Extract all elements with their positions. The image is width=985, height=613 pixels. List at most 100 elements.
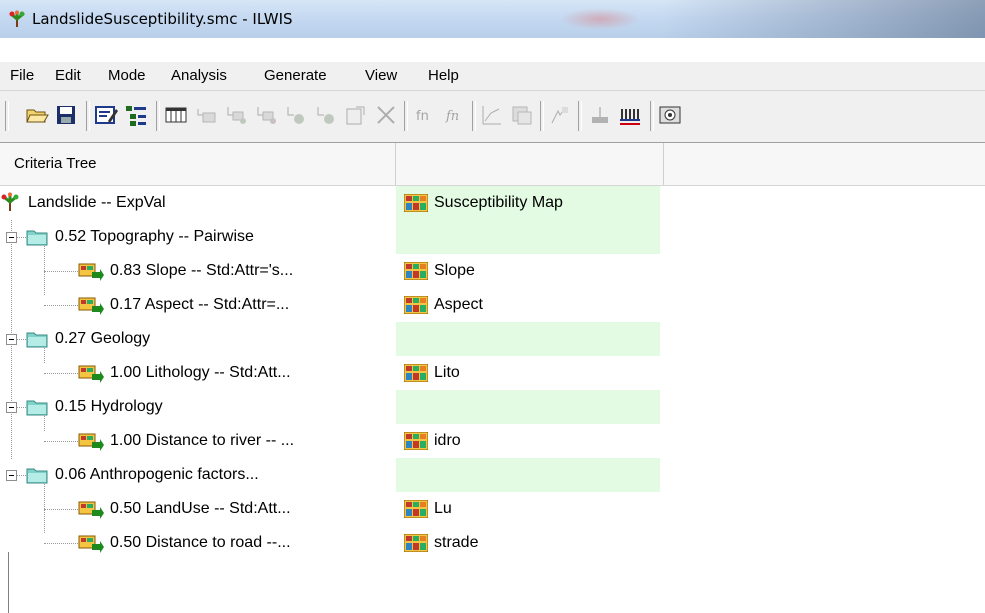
map-cell[interactable] bbox=[396, 458, 660, 492]
map-cell[interactable] bbox=[396, 390, 660, 424]
folder-icon bbox=[26, 468, 48, 484]
map-cell[interactable]: Susceptibility Map bbox=[396, 186, 660, 220]
tree-row-label: 1.00 Lithology -- Std:Att... bbox=[110, 364, 291, 381]
menu-mode[interactable]: Mode bbox=[108, 67, 146, 84]
raster-map-icon bbox=[404, 194, 428, 212]
map-cell[interactable]: Lito bbox=[396, 356, 660, 390]
tree-row-label: 1.00 Distance to river -- ... bbox=[110, 432, 295, 449]
tree-row-root[interactable]: Landslide -- ExpVal Susceptibility Map bbox=[0, 186, 985, 220]
factor-icon bbox=[78, 433, 104, 451]
raster-map-icon bbox=[404, 500, 428, 518]
folder-icon bbox=[26, 400, 48, 416]
tree-mode-icon[interactable] bbox=[124, 103, 148, 127]
tree-row-factor[interactable]: 0.50 Distance to road --... strade bbox=[0, 526, 985, 560]
table-icon[interactable] bbox=[164, 103, 188, 127]
factor-icon bbox=[78, 297, 104, 315]
tree-row-label: 0.27 Geology bbox=[55, 330, 151, 347]
map-cell-label: Susceptibility Map bbox=[434, 194, 563, 211]
map-cell-label: Aspect bbox=[434, 296, 483, 313]
factor-icon bbox=[78, 535, 104, 553]
fn-standardize-icon[interactable]: fn bbox=[444, 103, 468, 127]
map-cell-label: Lu bbox=[434, 500, 452, 517]
folder-icon bbox=[26, 332, 48, 348]
weights-icon[interactable] bbox=[548, 103, 572, 127]
insert-after-icon[interactable] bbox=[314, 103, 338, 127]
collapse-toggle[interactable] bbox=[6, 402, 17, 413]
add-constraint-icon[interactable] bbox=[254, 103, 278, 127]
collapse-toggle[interactable] bbox=[6, 334, 17, 345]
map-cell[interactable]: Slope bbox=[396, 254, 660, 288]
score-icon[interactable] bbox=[588, 103, 612, 127]
menu-analysis[interactable]: Analysis bbox=[171, 67, 227, 84]
tree-row-group[interactable]: 0.52 Topography -- Pairwise bbox=[0, 220, 985, 254]
svg-text:fn: fn bbox=[416, 109, 429, 124]
map-cell[interactable]: strade bbox=[396, 526, 660, 560]
collapse-toggle[interactable] bbox=[6, 470, 17, 481]
tree-row-label: 0.15 Hydrology bbox=[55, 398, 163, 415]
insert-icon[interactable] bbox=[284, 103, 308, 127]
ilwis-app-icon bbox=[9, 10, 25, 27]
menu-view[interactable]: View bbox=[365, 67, 397, 84]
menu-edit[interactable]: Edit bbox=[55, 67, 81, 84]
tree-row-factor[interactable]: 0.83 Slope -- Std:Attr='s... Slope bbox=[0, 254, 985, 288]
histogram-icon[interactable] bbox=[618, 103, 642, 127]
map-cell[interactable] bbox=[396, 220, 660, 254]
tree-row-label: 0.17 Aspect -- Std:Attr=... bbox=[110, 296, 290, 313]
column-maps[interactable] bbox=[396, 143, 664, 185]
criteria-tree-icon bbox=[1, 192, 19, 211]
column-criteria-tree-label: Criteria Tree bbox=[14, 155, 97, 172]
map-cell-label: Slope bbox=[434, 262, 475, 279]
open-icon[interactable] bbox=[25, 103, 49, 127]
toolbar: fn fn bbox=[0, 91, 985, 143]
properties-icon[interactable] bbox=[344, 103, 368, 127]
map-cell[interactable]: Aspect bbox=[396, 288, 660, 322]
generate-map-icon[interactable] bbox=[510, 103, 534, 127]
tree-row-label: 0.50 Distance to road --... bbox=[110, 534, 291, 551]
svg-text:fn: fn bbox=[445, 109, 459, 124]
edit-mode-icon[interactable] bbox=[94, 103, 118, 127]
tree-row-factor[interactable]: 1.00 Lithology -- Std:Att... Lito bbox=[0, 356, 985, 390]
criteria-tree: Landslide -- ExpVal Susceptibility Map 0… bbox=[0, 186, 985, 613]
add-factor-icon[interactable] bbox=[224, 103, 248, 127]
map-cell-label: strade bbox=[434, 534, 479, 551]
column-extra[interactable] bbox=[664, 143, 984, 185]
folder-icon bbox=[26, 230, 48, 246]
collapse-toggle[interactable] bbox=[6, 232, 17, 243]
chart-icon[interactable] bbox=[480, 103, 504, 127]
menu-bar: File Edit Mode Analysis Generate View He… bbox=[0, 62, 985, 91]
tree-row-factor[interactable]: 0.17 Aspect -- Std:Attr=... Aspect bbox=[0, 288, 985, 322]
tree-row-factor[interactable]: 0.50 LandUse -- Std:Att... Lu bbox=[0, 492, 985, 526]
fn-icon[interactable]: fn bbox=[414, 103, 438, 127]
title-bar: LandslideSusceptibility.smc - ILWIS bbox=[0, 0, 985, 38]
tree-row-factor[interactable]: 1.00 Distance to river -- ... idro bbox=[0, 424, 985, 458]
delete-icon[interactable] bbox=[374, 103, 398, 127]
column-criteria-tree[interactable]: Criteria Tree bbox=[0, 143, 396, 185]
add-group-icon[interactable] bbox=[194, 103, 218, 127]
tree-row-label: Landslide -- ExpVal bbox=[28, 194, 166, 211]
tree-row-label: 0.50 LandUse -- Std:Att... bbox=[110, 500, 291, 517]
map-cell[interactable]: Lu bbox=[396, 492, 660, 526]
tree-header: Criteria Tree bbox=[0, 143, 985, 186]
map-cell[interactable] bbox=[396, 322, 660, 356]
tree-row-group[interactable]: 0.06 Anthropogenic factors... bbox=[0, 458, 985, 492]
tree-row-group[interactable]: 0.15 Hydrology bbox=[0, 390, 985, 424]
raster-map-icon bbox=[404, 534, 428, 552]
menu-help[interactable]: Help bbox=[428, 67, 459, 84]
menu-generate[interactable]: Generate bbox=[264, 67, 327, 84]
tree-row-label: 0.83 Slope -- Std:Attr='s... bbox=[110, 262, 294, 279]
window-title: LandslideSusceptibility.smc - ILWIS bbox=[32, 10, 293, 28]
tree-row-group[interactable]: 0.27 Geology bbox=[0, 322, 985, 356]
raster-map-icon bbox=[404, 364, 428, 382]
tree-row-label: 0.06 Anthropogenic factors... bbox=[55, 466, 259, 483]
tree-row-label: 0.52 Topography -- Pairwise bbox=[55, 228, 254, 245]
map-cell-label: Lito bbox=[434, 364, 460, 381]
factor-icon bbox=[78, 501, 104, 519]
menu-file[interactable]: File bbox=[10, 67, 34, 84]
raster-map-icon bbox=[404, 432, 428, 450]
map-cell-label: idro bbox=[434, 432, 461, 449]
save-icon[interactable] bbox=[54, 103, 78, 127]
show-icon[interactable] bbox=[658, 103, 682, 127]
factor-icon bbox=[78, 365, 104, 383]
factor-icon bbox=[78, 263, 104, 281]
map-cell[interactable]: idro bbox=[396, 424, 660, 458]
